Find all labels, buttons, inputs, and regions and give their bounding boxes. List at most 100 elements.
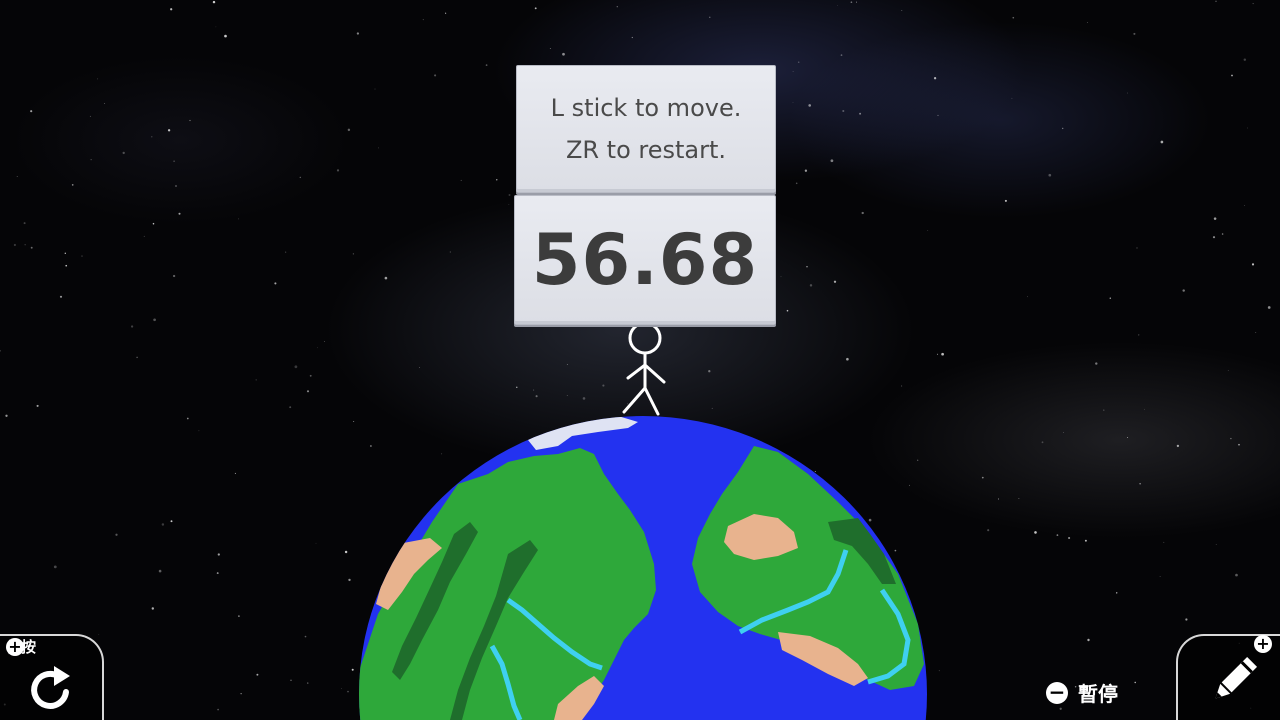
star (1018, 498, 1020, 500)
stick-figure-player (622, 321, 666, 416)
pencil-icon[interactable] (1206, 654, 1260, 708)
star (830, 159, 834, 163)
star (566, 364, 568, 365)
star (711, 407, 713, 409)
star (238, 218, 239, 220)
star (30, 246, 33, 249)
star (562, 52, 565, 56)
star (97, 78, 99, 80)
star (1087, 638, 1090, 642)
star (304, 635, 307, 638)
star (631, 36, 633, 39)
star (840, 54, 843, 56)
star (508, 204, 510, 205)
star (808, 104, 811, 107)
star (317, 347, 318, 349)
star (24, 244, 26, 246)
star (143, 235, 145, 237)
star (104, 103, 106, 105)
star (36, 404, 39, 407)
star (602, 384, 605, 387)
star (178, 212, 181, 215)
star (1012, 16, 1015, 19)
restart-arrow-icon[interactable] (26, 662, 78, 714)
star (306, 390, 310, 393)
star (90, 159, 92, 161)
star (1215, 0, 1217, 2)
star (315, 542, 317, 544)
star (65, 264, 68, 267)
star (855, 1, 858, 3)
star (534, 7, 537, 10)
star (1215, 543, 1217, 545)
star (356, 32, 360, 35)
star (1068, 536, 1071, 540)
star (215, 26, 217, 28)
hold-hint: + 長按 (6, 636, 36, 657)
star (152, 222, 155, 225)
pause-button[interactable]: − 暫停 (1046, 678, 1118, 707)
star (256, 673, 259, 676)
star (130, 325, 134, 328)
star (158, 569, 162, 573)
star (419, 367, 420, 368)
star (786, 309, 789, 312)
star (151, 607, 154, 610)
star (987, 529, 990, 532)
star (309, 374, 312, 377)
minus-button-icon: − (1046, 681, 1068, 704)
star (347, 128, 351, 132)
star (30, 110, 33, 113)
star (170, 8, 173, 11)
star (1027, 296, 1028, 298)
star (1034, 531, 1037, 534)
star (549, 47, 551, 49)
star (941, 352, 944, 356)
star (1084, 539, 1087, 542)
star (842, 109, 845, 113)
star (516, 386, 518, 388)
star (616, 6, 618, 8)
star (1127, 92, 1128, 94)
star (217, 708, 219, 711)
star (1048, 173, 1052, 177)
star (353, 421, 355, 422)
star (217, 553, 220, 556)
star (1212, 236, 1216, 239)
star (324, 341, 325, 342)
star (901, 10, 903, 11)
plus-button-icon: + (1254, 635, 1272, 653)
star (341, 688, 342, 689)
star (212, 0, 216, 4)
star (927, 230, 929, 231)
star (1238, 443, 1240, 446)
star (933, 77, 937, 80)
star (846, 357, 849, 361)
star (1133, 32, 1136, 35)
star (173, 160, 175, 162)
star (806, 266, 808, 268)
star (153, 318, 156, 322)
star (1041, 441, 1044, 444)
star (13, 243, 16, 247)
star (290, 679, 292, 681)
star (234, 472, 236, 474)
star (1252, 3, 1254, 5)
star (901, 385, 903, 387)
star (374, 88, 376, 90)
star (59, 295, 63, 298)
star (582, 397, 586, 400)
star (238, 615, 240, 617)
star (347, 690, 349, 693)
star (508, 194, 511, 196)
star (1227, 370, 1229, 371)
star (809, 284, 813, 287)
star (1056, 534, 1059, 536)
star (936, 353, 939, 355)
star (136, 356, 138, 359)
star (1247, 127, 1248, 129)
star (98, 634, 100, 635)
star (981, 476, 984, 479)
star (850, 1, 853, 4)
star (274, 282, 277, 285)
